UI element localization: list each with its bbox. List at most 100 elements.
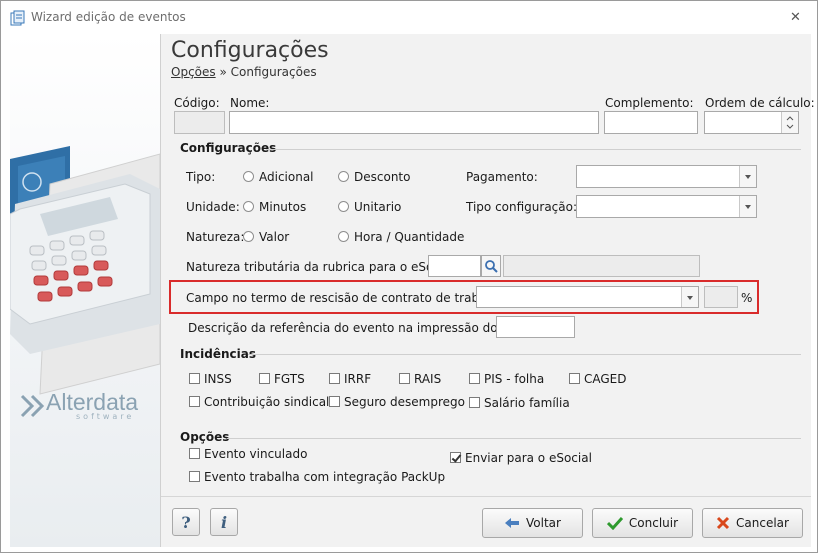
pagamento-label: Pagamento: xyxy=(466,170,538,184)
checkbox-evento-vinculado-label: Evento vinculado xyxy=(204,447,308,461)
divider xyxy=(248,354,801,355)
chevron-down-icon[interactable] xyxy=(739,196,756,217)
checkbox-contribuicao-sindical[interactable] xyxy=(189,396,200,407)
radio-minutos[interactable] xyxy=(243,201,254,212)
search-button[interactable] xyxy=(481,255,501,277)
complemento-label: Complemento: xyxy=(605,96,694,110)
codigo-label: Código: xyxy=(174,96,220,110)
content-panel: Configurações Opções » Configurações Cód… xyxy=(161,34,815,547)
percent-sign: % xyxy=(741,291,753,305)
radio-unitario[interactable] xyxy=(338,201,349,212)
natureza-tributaria-field[interactable] xyxy=(428,255,481,277)
checkbox-seguro-desemprego-label: Seguro desemprego xyxy=(344,395,466,409)
cancelar-label: Cancelar xyxy=(736,516,789,530)
info-button[interactable]: i xyxy=(210,508,238,536)
checkbox-seguro-desemprego[interactable] xyxy=(329,396,340,407)
radio-desconto-label: Desconto xyxy=(354,170,411,184)
checkbox-enviar-esocial-label: Enviar para o eSocial xyxy=(465,451,592,465)
side-illustration: Alterdata software xyxy=(10,34,161,547)
radio-adicional[interactable] xyxy=(243,171,254,182)
radio-adicional-label: Adicional xyxy=(259,170,314,184)
help-button[interactable]: ? xyxy=(172,508,200,536)
checkbox-caged-label: CAGED xyxy=(584,372,627,386)
breadcrumb-separator: » xyxy=(215,65,231,79)
checkbox-fgts-label: FGTS xyxy=(274,372,305,386)
pagamento-select[interactable] xyxy=(576,165,757,188)
divider xyxy=(227,438,801,439)
breadcrumb: Opções » Configurações xyxy=(171,65,317,79)
trct-label: Descrição da referência do evento na imp… xyxy=(188,321,535,335)
radio-hora-quantidade-label: Hora / Quantidade xyxy=(354,230,465,244)
checkbox-packup-label: Evento trabalha com integração PackUp xyxy=(204,470,446,484)
checkbox-rais-label: RAIS xyxy=(414,372,442,386)
checkbox-enviar-esocial[interactable] xyxy=(450,452,461,463)
radio-valor[interactable] xyxy=(243,231,254,242)
checkbox-fgts[interactable] xyxy=(259,373,270,384)
stepper-buttons[interactable] xyxy=(781,112,798,133)
nome-field[interactable] xyxy=(229,111,599,134)
voltar-button[interactable]: Voltar xyxy=(482,508,583,538)
window-title: Wizard edição de eventos xyxy=(31,10,186,24)
complemento-field[interactable] xyxy=(604,111,698,134)
checkbox-evento-vinculado[interactable] xyxy=(189,448,200,459)
radio-valor-label: Valor xyxy=(259,230,290,244)
checkbox-inss[interactable] xyxy=(189,373,200,384)
footer-divider xyxy=(161,496,811,497)
campo-rescisao-label: Campo no termo de rescisão de contrato d… xyxy=(186,291,509,305)
tipo-label: Tipo: xyxy=(186,170,216,184)
natureza-label: Natureza: xyxy=(186,230,245,244)
arrow-left-icon xyxy=(505,518,520,528)
app-icon xyxy=(10,10,25,26)
check-icon xyxy=(606,516,623,530)
help-icon: ? xyxy=(181,512,191,532)
search-icon xyxy=(485,260,498,273)
radio-desconto[interactable] xyxy=(338,171,349,182)
title-bar: Wizard edição de eventos ✕ xyxy=(1,1,817,33)
checkbox-packup[interactable] xyxy=(189,471,200,482)
concluir-button[interactable]: Concluir xyxy=(592,508,693,538)
voltar-label: Voltar xyxy=(526,516,561,530)
checkbox-pis-folha[interactable] xyxy=(469,373,480,384)
tipo-configuracao-select[interactable] xyxy=(576,195,757,218)
configuracoes-section-title: Configurações xyxy=(180,141,277,155)
checkbox-irrf[interactable] xyxy=(329,373,340,384)
checkbox-caged[interactable] xyxy=(569,373,580,384)
natureza-tributaria-description xyxy=(503,255,700,277)
ordem-calculo-stepper[interactable] xyxy=(704,111,799,134)
close-icon[interactable]: ✕ xyxy=(790,10,801,25)
chevron-down-icon[interactable] xyxy=(739,166,756,187)
checkbox-irrf-label: IRRF xyxy=(344,372,372,386)
checkbox-inss-label: INSS xyxy=(204,372,232,386)
unidade-label: Unidade: xyxy=(186,200,240,214)
trct-field[interactable] xyxy=(496,316,575,338)
codigo-field xyxy=(174,111,225,134)
natureza-tributaria-label: Natureza tributária da rubrica para o eS… xyxy=(186,260,459,274)
divider xyxy=(266,149,801,150)
breadcrumb-link-opcoes[interactable]: Opções xyxy=(171,65,216,79)
alterdata-logo-icon xyxy=(20,394,45,418)
calculator-illustration xyxy=(10,146,160,418)
concluir-label: Concluir xyxy=(628,516,679,530)
campo-rescisao-select[interactable] xyxy=(476,286,699,308)
checkbox-contribuicao-sindical-label: Contribuição sindical xyxy=(204,395,330,409)
checkbox-salario-familia[interactable] xyxy=(469,397,480,408)
checkbox-rais[interactable] xyxy=(399,373,410,384)
close-icon xyxy=(716,516,730,530)
tipo-configuracao-label: Tipo configuração: xyxy=(466,200,578,214)
opcoes-section-title: Opções xyxy=(180,430,230,444)
radio-hora-quantidade[interactable] xyxy=(338,231,349,242)
percentual-field xyxy=(704,286,738,308)
ordem-calculo-label: Ordem de cálculo: xyxy=(705,96,815,110)
checkbox-pis-folha-label: PIS - folha xyxy=(484,372,545,386)
radio-minutos-label: Minutos xyxy=(259,200,307,214)
checkbox-salario-familia-label: Salário família xyxy=(484,396,570,410)
breadcrumb-current: Configurações xyxy=(230,65,317,79)
nome-label: Nome: xyxy=(230,96,270,110)
cancelar-button[interactable]: Cancelar xyxy=(702,508,803,538)
incidencias-section-title: Incidências xyxy=(180,347,256,361)
radio-unitario-label: Unitario xyxy=(354,200,402,214)
page-title: Configurações xyxy=(171,38,329,63)
chevron-down-icon[interactable] xyxy=(681,287,698,307)
wizard-window: Wizard edição de eventos ✕ Alterdata sof… xyxy=(0,0,818,553)
info-icon: i xyxy=(220,512,228,532)
